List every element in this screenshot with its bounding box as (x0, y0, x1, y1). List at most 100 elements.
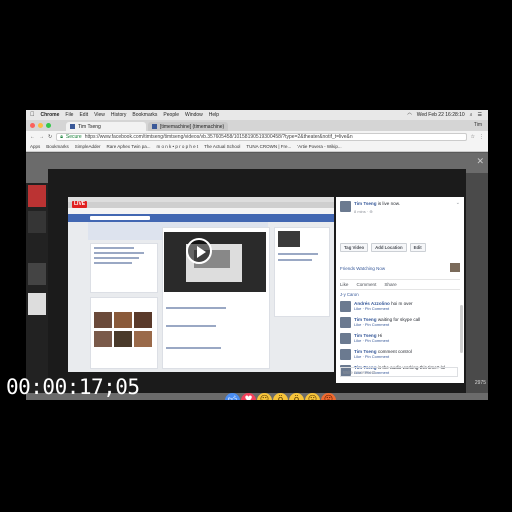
love-icon[interactable]: ♥ (241, 393, 256, 400)
captured-text-line (166, 325, 216, 327)
address-row: ← → ↻ 🔒︎ Secure https://www.facebook.com… (26, 131, 488, 142)
captured-text-line (94, 247, 134, 249)
tag-video-button[interactable]: Tag Video (340, 243, 369, 252)
haha-icon[interactable]: ☺ (257, 393, 272, 400)
captured-search (90, 216, 150, 220)
mac-menu-bar:  Chrome File Edit View History Bookmark… (26, 110, 488, 120)
tab-tim-tseng[interactable]: Tim Tseng (66, 122, 146, 131)
maximize-window-icon[interactable] (46, 123, 51, 128)
nested-video (164, 232, 266, 292)
menu-list-icon[interactable]: ☰ (478, 112, 482, 118)
comment-button[interactable]: Comment (356, 282, 376, 287)
play-icon[interactable] (186, 238, 212, 264)
bookmarks-bar: Apps Bookmarks SimpleAdder Rare Aphex Tw… (26, 142, 488, 152)
avatar[interactable] (340, 333, 351, 344)
page-count: 2975 (474, 380, 486, 386)
menu-view[interactable]: View (94, 112, 105, 118)
bookmark-bookmarks[interactable]: Bookmarks (46, 144, 69, 149)
menu-edit[interactable]: Edit (79, 112, 88, 118)
bookmark-actual-school[interactable]: The Actual School (204, 144, 240, 149)
bookmark-monk[interactable]: m o n k • p r o p h e t (157, 144, 199, 149)
comment: Andrés Azzolino hoi m over Like · Pin Com… (340, 301, 458, 312)
close-icon[interactable]: ✕ (476, 156, 484, 167)
comment-actions[interactable]: Like · Pin Comment (354, 338, 389, 343)
avatar[interactable] (340, 301, 351, 312)
share-button[interactable]: Share (384, 282, 396, 287)
search-icon[interactable]: ⌕ (470, 112, 473, 118)
captured-text-line (94, 262, 132, 264)
bookmark-apps[interactable]: Apps (30, 144, 40, 149)
captured-photo (134, 331, 152, 347)
globe-icon: ⊕ (369, 209, 373, 214)
live-video-player[interactable]: LIVE (68, 197, 334, 372)
url-text: https://www.facebook.com/timtseng/timtse… (84, 133, 353, 140)
close-window-icon[interactable] (30, 123, 35, 128)
wifi-icon[interactable]: ◠ (407, 112, 411, 118)
comment-input[interactable]: Write a comment... (340, 367, 458, 377)
captured-text-line (166, 307, 226, 309)
reaction-row: Like Comment Share (340, 279, 460, 290)
comment-author[interactable]: Tim Tseng (354, 317, 377, 322)
comment-author[interactable]: Andrés Azzolino (354, 301, 390, 306)
menu-app-name[interactable]: Chrome (41, 112, 60, 118)
captured-photo (114, 312, 132, 328)
captured-photo (278, 231, 300, 247)
wow-icon[interactable]: ö (289, 393, 304, 400)
sad-icon[interactable]: ☹ (305, 393, 320, 400)
menu-history[interactable]: History (111, 112, 127, 118)
comment-actions[interactable]: Like · Pin Comment (354, 354, 389, 359)
bookmark-aphex[interactable]: Rare Aphex Twin pa... (107, 144, 151, 149)
seen-by[interactable]: J-y Caron (340, 292, 359, 297)
tab-timemachine[interactable]: [timemachine] (timemachine) (148, 122, 228, 131)
clock[interactable]: Wed Feb 22 16:28:10 (417, 112, 465, 118)
edit-button[interactable]: Edit (409, 243, 426, 252)
live-badge: LIVE (72, 201, 88, 208)
comment-text: waiting for skype call (377, 317, 421, 322)
add-location-button[interactable]: Add Location (371, 243, 407, 252)
post-author[interactable]: Tim Tseng (354, 201, 377, 206)
menu-window[interactable]: Window (185, 112, 203, 118)
bookmark-simpleadder[interactable]: SimpleAdder (75, 144, 101, 149)
comment-text: hoi m over (391, 301, 413, 306)
avatar[interactable] (340, 317, 351, 328)
friends-watching-link[interactable]: Friends Watching Now (340, 266, 385, 271)
profile-button[interactable]: Tim (474, 122, 482, 128)
scrollbar[interactable] (460, 305, 463, 353)
captured-text-line (94, 257, 139, 259)
recorded-screen:  Chrome File Edit View History Bookmark… (26, 110, 488, 400)
comment-author[interactable]: Tim Tseng (354, 333, 377, 338)
bookmark-tuna[interactable]: TUNA CROWN | Fre... (246, 144, 291, 149)
post-time[interactable]: 8 mins (354, 209, 366, 214)
reload-icon[interactable]: ↻ (48, 134, 52, 140)
captured-photo (114, 331, 132, 347)
post-comments-panel: Tim Tseng is live now. 8 mins · ⊕ ⌄ Tag … (336, 197, 464, 383)
wow-icon[interactable]: ö (273, 393, 288, 400)
menu-bookmarks[interactable]: Bookmarks (132, 112, 157, 118)
minimize-window-icon[interactable] (38, 123, 43, 128)
captured-photo (94, 331, 112, 347)
star-icon[interactable]: ☆ (471, 134, 475, 140)
like-button[interactable]: Like (340, 282, 348, 287)
comment-text: comment control (377, 349, 412, 354)
chevron-down-icon[interactable]: ⌄ (456, 200, 460, 206)
more-icon[interactable]: ⋮ (479, 134, 484, 140)
apple-icon[interactable]:  (30, 112, 35, 118)
avatar[interactable] (340, 201, 351, 212)
angry-icon[interactable]: ☹ (321, 393, 336, 400)
comment-actions[interactable]: Like · Pin Comment (354, 322, 389, 327)
captured-text-line (94, 252, 144, 254)
comment-author[interactable]: Tim Tseng (354, 349, 377, 354)
comment-actions[interactable]: Like · Pin Comment (354, 306, 389, 311)
menu-people[interactable]: People (163, 112, 179, 118)
address-bar[interactable]: 🔒︎ Secure https://www.facebook.com/timts… (56, 132, 467, 141)
post-header: Tim Tseng is live now. 8 mins · ⊕ (340, 201, 400, 214)
avatar[interactable] (340, 349, 351, 360)
forward-icon[interactable]: → (39, 134, 44, 140)
friend-avatar[interactable] (450, 263, 460, 272)
like-icon[interactable]: 👍︎ (225, 393, 240, 400)
facebook-icon (70, 124, 75, 129)
bookmark-arte[interactable]: 'Artie Povera - Wikip... (297, 144, 341, 149)
menu-file[interactable]: File (65, 112, 73, 118)
menu-help[interactable]: Help (209, 112, 219, 118)
back-icon[interactable]: ← (30, 134, 35, 140)
